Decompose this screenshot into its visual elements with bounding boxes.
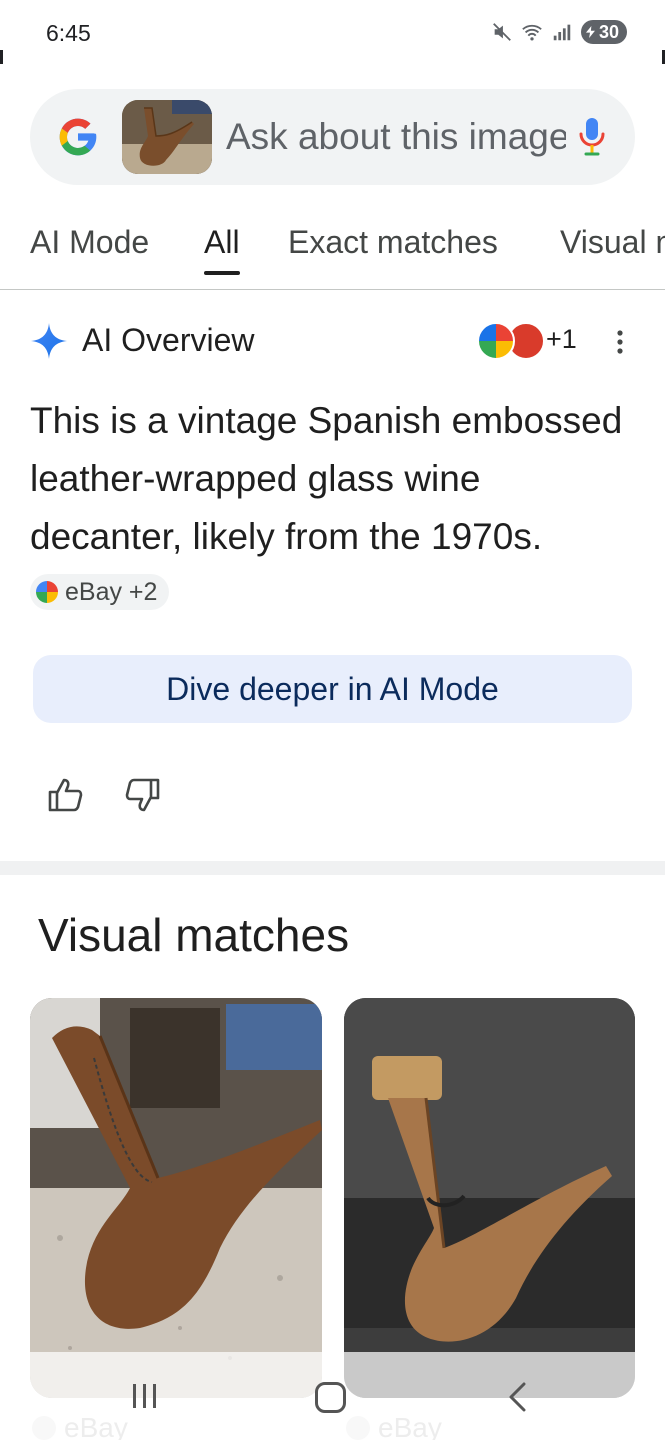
sparkle-icon xyxy=(31,323,67,359)
search-tabs: AI Mode All Exact matches Visual matches xyxy=(0,210,665,290)
citation-label: eBay +2 xyxy=(65,578,158,606)
ai-overview-header: AI Overview +1 xyxy=(30,320,640,364)
search-bar[interactable] xyxy=(30,89,635,185)
more-vert-icon[interactable] xyxy=(608,326,632,358)
back-icon[interactable] xyxy=(505,1381,529,1413)
tab-exact-matches[interactable]: Exact matches xyxy=(288,224,498,261)
wifi-icon xyxy=(522,24,542,41)
signal-icon xyxy=(553,24,571,41)
ebay-icon xyxy=(36,581,58,603)
source-avatars[interactable] xyxy=(477,320,547,362)
screen-corner xyxy=(0,50,3,64)
microphone-icon[interactable] xyxy=(576,115,608,159)
visual-matches-title: Visual matches xyxy=(38,909,350,961)
ai-overview-title: AI Overview xyxy=(82,322,255,358)
ai-overview-body: This is a vintage Spanish embossed leath… xyxy=(30,400,623,557)
status-icons: 30 xyxy=(491,20,627,44)
match-image xyxy=(30,998,322,1398)
battery-indicator: 30 xyxy=(580,20,627,44)
mute-icon xyxy=(493,23,511,41)
ai-overview-text: This is a vintage Spanish embossed leath… xyxy=(30,392,640,624)
thumbs-down-icon[interactable] xyxy=(124,776,162,814)
system-nav-bar xyxy=(0,1352,665,1440)
thumbs-up-icon[interactable] xyxy=(46,776,84,814)
status-bar: 6:45 30 xyxy=(0,0,665,66)
status-time: 6:45 xyxy=(46,20,91,46)
sources-more-count[interactable]: +1 xyxy=(546,324,577,355)
match-image xyxy=(344,998,635,1398)
search-input[interactable] xyxy=(226,114,566,160)
recent-apps-icon[interactable] xyxy=(130,1382,160,1410)
section-divider xyxy=(0,861,665,875)
tab-visual-matches[interactable]: Visual matches xyxy=(560,224,665,261)
ebay-avatar xyxy=(477,322,515,360)
query-image-thumbnail[interactable] xyxy=(122,100,212,174)
tab-all[interactable]: All xyxy=(204,224,240,275)
visual-match-card[interactable] xyxy=(344,998,635,1398)
tab-ai-mode[interactable]: AI Mode xyxy=(30,224,149,261)
home-icon[interactable] xyxy=(315,1382,346,1413)
visual-match-card[interactable] xyxy=(30,998,322,1398)
citation-chip[interactable]: eBay +2 xyxy=(30,574,170,610)
google-logo-icon[interactable] xyxy=(56,115,100,159)
dive-deeper-button[interactable]: Dive deeper in AI Mode xyxy=(33,655,632,723)
